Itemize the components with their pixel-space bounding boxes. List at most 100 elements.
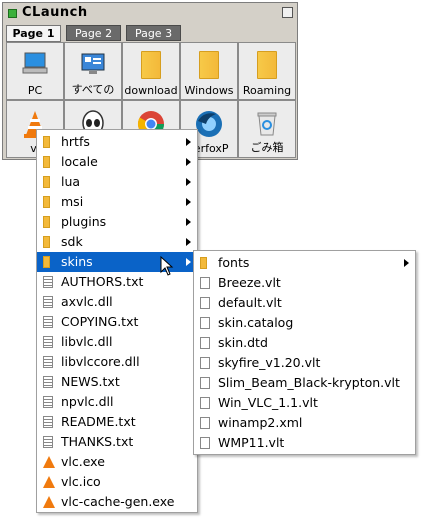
waterfox-icon <box>194 109 224 142</box>
menu-item-npvlc-dll[interactable]: npvlc.dll <box>37 392 197 412</box>
launcher-label: PC <box>27 84 43 97</box>
menu-item-readme-txt[interactable]: README.txt <box>37 412 197 432</box>
file-icon <box>200 357 210 369</box>
launcher-pc[interactable]: PC <box>6 42 64 100</box>
folder-icon <box>257 51 277 79</box>
launcher-download[interactable]: download <box>122 42 180 100</box>
menu-item-label: libvlc.dll <box>61 334 113 349</box>
menu-item-label: THANKS.txt <box>61 434 134 449</box>
file-icon <box>43 336 53 348</box>
menu-item-news-txt[interactable]: NEWS.txt <box>37 372 197 392</box>
tab-page-2[interactable]: Page 2 <box>66 25 121 41</box>
menu-item-lua[interactable]: lua <box>37 172 197 192</box>
menu-item-skin-dtd[interactable]: skin.dtd <box>194 333 415 353</box>
submenu-arrow-icon <box>186 218 191 226</box>
folder-icon <box>43 216 50 228</box>
menu-item-label: fonts <box>218 255 250 270</box>
submenu-arrow-icon <box>186 258 191 266</box>
menu-item-wmp11-vlt[interactable]: WMP11.vlt <box>194 433 415 453</box>
menu-item-winamp2-xml[interactable]: winamp2.xml <box>194 413 415 433</box>
menu-item-label: sdk <box>61 234 83 249</box>
file-icon <box>200 417 210 429</box>
window-title: CLaunch <box>22 5 88 20</box>
menu-item-label: lua <box>61 174 81 189</box>
tab-page-1[interactable]: Page 1 <box>6 25 61 42</box>
menu-item-label: npvlc.dll <box>61 394 114 409</box>
menu-item-vlc-ico[interactable]: vlc.ico <box>37 472 197 492</box>
menu-item-sdk[interactable]: sdk <box>37 232 197 252</box>
folder-icon <box>43 156 50 168</box>
file-icon <box>200 437 210 449</box>
mouse-cursor-icon <box>160 256 174 276</box>
menu-item-breeze-vlt[interactable]: Breeze.vlt <box>194 273 415 293</box>
menu-item-label: AUTHORS.txt <box>61 274 144 289</box>
vlc-cone-icon <box>43 496 55 508</box>
title-bar[interactable]: CLaunch <box>4 4 296 22</box>
menu-item-libvlc-dll[interactable]: libvlc.dll <box>37 332 197 352</box>
menu-item-label: README.txt <box>61 414 136 429</box>
launcher-windows[interactable]: Windows <box>180 42 238 100</box>
launcher-roaming[interactable]: Roaming <box>238 42 296 100</box>
menu-item-hrtfs[interactable]: hrtfs <box>37 132 197 152</box>
menu-item-label: vlc-cache-gen.exe <box>61 494 175 509</box>
file-icon <box>200 277 210 289</box>
menu-item-label: libvlccore.dll <box>61 354 140 369</box>
menu-item-win-vlc-1-1-vlt[interactable]: Win_VLC_1.1.vlt <box>194 393 415 413</box>
menu-item-label: locale <box>61 154 98 169</box>
skins-submenu: fonts Breeze.vlt default.vlt skin.catalog sk… <box>193 250 416 455</box>
tab-page-3[interactable]: Page 3 <box>126 25 181 41</box>
file-icon <box>200 317 210 329</box>
file-icon <box>43 396 53 408</box>
submenu-arrow-icon <box>186 138 191 146</box>
launcher-recycle-bin[interactable]: ごみ箱 <box>238 100 296 158</box>
launcher-label: すべての <box>71 83 115 96</box>
submenu-arrow-icon <box>404 259 409 267</box>
menu-item-label: skin.dtd <box>218 335 268 350</box>
menu-item-plugins[interactable]: plugins <box>37 212 197 232</box>
app-icon <box>8 9 17 18</box>
file-icon <box>200 297 210 309</box>
file-icon <box>43 316 53 328</box>
vlc-cone-icon <box>43 476 55 488</box>
recycle-bin-icon <box>255 109 279 140</box>
restore-button[interactable] <box>282 7 293 18</box>
file-icon <box>200 397 210 409</box>
menu-item-slim-beam-black-krypton-vlt[interactable]: Slim_Beam_Black-krypton.vlt <box>194 373 415 393</box>
menu-item-libvlccore-dll[interactable]: libvlccore.dll <box>37 352 197 372</box>
menu-item-default-vlt[interactable]: default.vlt <box>194 293 415 313</box>
menu-item-axvlc-dll[interactable]: axvlc.dll <box>37 292 197 312</box>
menu-item-label: skins <box>61 254 93 269</box>
menu-item-label: WMP11.vlt <box>218 435 285 450</box>
menu-item-copying-txt[interactable]: COPYING.txt <box>37 312 197 332</box>
folder-icon <box>43 176 50 188</box>
submenu-arrow-icon <box>186 178 191 186</box>
file-icon <box>43 376 53 388</box>
menu-item-label: vlc.exe <box>61 454 105 469</box>
menu-item-label: plugins <box>61 214 107 229</box>
folder-icon <box>43 136 50 148</box>
menu-item-vlc-exe[interactable]: vlc.exe <box>37 452 197 472</box>
menu-item-skyfire-v1-20-vlt[interactable]: skyfire_v1.20.vlt <box>194 353 415 373</box>
file-icon <box>43 436 53 448</box>
folder-icon <box>199 51 219 79</box>
menu-item-thanks-txt[interactable]: THANKS.txt <box>37 432 197 452</box>
submenu-arrow-icon <box>186 198 191 206</box>
menu-item-fonts[interactable]: fonts <box>194 253 415 273</box>
menu-item-label: skin.catalog <box>218 315 294 330</box>
folder-icon <box>43 236 50 248</box>
menu-item-label: axvlc.dll <box>61 294 113 309</box>
file-icon <box>43 276 53 288</box>
menu-item-skin-catalog[interactable]: skin.catalog <box>194 313 415 333</box>
submenu-arrow-icon <box>186 238 191 246</box>
menu-item-locale[interactable]: locale <box>37 152 197 172</box>
launcher-label: Roaming <box>242 84 292 97</box>
menu-item-label: Breeze.vlt <box>218 275 281 290</box>
menu-item-vlc-cache-gen-exe[interactable]: vlc-cache-gen.exe <box>37 492 197 512</box>
launcher-all-programs[interactable]: すべての <box>64 42 122 100</box>
submenu-arrow-icon <box>186 158 191 166</box>
menu-item-label: default.vlt <box>218 295 282 310</box>
menu-item-label: msi <box>61 194 84 209</box>
file-icon <box>43 356 53 368</box>
folder-icon <box>141 51 161 79</box>
menu-item-msi[interactable]: msi <box>37 192 197 212</box>
